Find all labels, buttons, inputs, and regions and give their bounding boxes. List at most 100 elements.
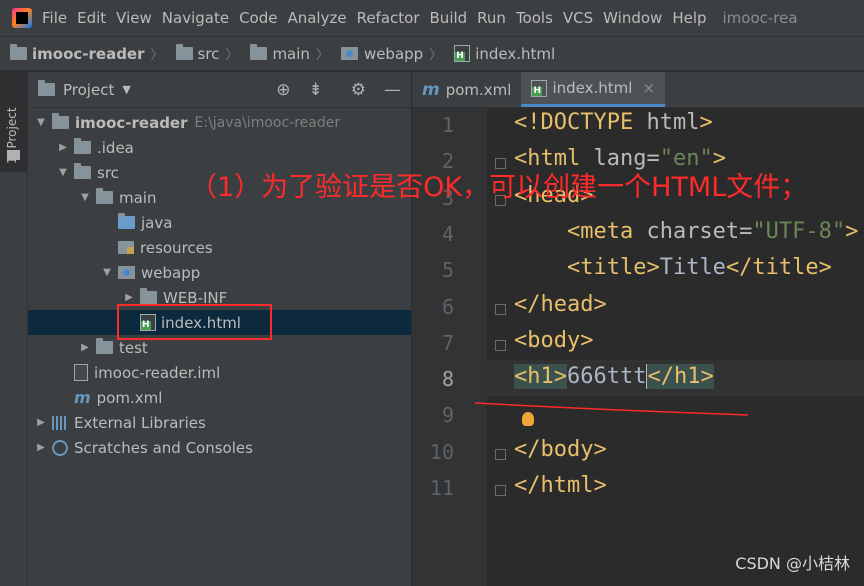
- line-number: 7: [441, 330, 454, 355]
- menu-help[interactable]: Help: [672, 9, 706, 27]
- code-line[interactable]: </head>: [514, 292, 607, 317]
- tree-item-path: E:\java\imooc-reader: [194, 114, 341, 131]
- annotation-text: （1）为了验证是否OK，可以创建一个HTML文件；: [190, 172, 808, 203]
- collapse-arrow-icon[interactable]: ▶: [34, 442, 48, 453]
- code-line[interactable]: <meta charset="UTF-8">: [514, 219, 858, 244]
- gear-icon[interactable]: ⚙: [351, 80, 366, 100]
- tree-item-label: main: [119, 188, 157, 207]
- code-line[interactable]: </html>: [514, 473, 607, 498]
- collapse-all-icon[interactable]: ⇟: [309, 80, 323, 100]
- line-number: 11: [429, 476, 454, 500]
- tree-item-imooc-reader-iml[interactable]: imooc-reader.iml: [28, 360, 411, 385]
- tab-label: index.html: [552, 79, 633, 97]
- line-number: 9: [441, 403, 454, 428]
- chevron-right-icon: 〉: [150, 48, 164, 63]
- tree-item-label: resources: [140, 238, 213, 257]
- expand-arrow-icon[interactable]: ▼: [56, 167, 70, 178]
- project-view-selector[interactable]: Project: [63, 81, 114, 99]
- chevron-right-icon: 〉: [315, 48, 329, 63]
- menu-navigate[interactable]: Navigate: [162, 9, 229, 27]
- tree-item-label: External Libraries: [74, 413, 206, 432]
- code-line[interactable]: <title>Title</title>: [514, 255, 832, 280]
- folder-icon: [96, 188, 113, 204]
- intellij-logo-icon: [12, 8, 32, 28]
- module-folder-icon: [52, 113, 69, 129]
- folder-icon: [250, 44, 268, 60]
- collapse-arrow-icon[interactable]: ▶: [78, 342, 92, 353]
- breadcrumb-webapp[interactable]: webapp 〉: [340, 44, 448, 63]
- fold-marker-icon[interactable]: [495, 485, 506, 496]
- menu-analyze[interactable]: Analyze: [287, 9, 346, 27]
- code-line[interactable]: <!DOCTYPE html>: [514, 110, 713, 135]
- tree-item-label: test: [119, 338, 148, 357]
- code-line[interactable]: <h1>666ttt</h1>: [514, 364, 714, 390]
- collapse-arrow-icon[interactable]: ▶: [122, 292, 136, 303]
- expand-arrow-icon[interactable]: ▼: [100, 267, 114, 278]
- tree-item-label: .idea: [97, 138, 134, 157]
- fold-marker-icon[interactable]: [495, 303, 506, 315]
- html-file-icon: [531, 79, 548, 97]
- source-folder-icon: [118, 213, 135, 229]
- breadcrumb-file[interactable]: index.html: [454, 45, 555, 63]
- menu-refactor[interactable]: Refactor: [357, 9, 420, 27]
- tree-item-label: imooc-reader: [75, 113, 188, 132]
- tree-item-external-libraries[interactable]: ▶ External Libraries: [28, 410, 411, 435]
- tab-pom-xml[interactable]: m pom.xml: [412, 72, 521, 107]
- tree-item-label: pom.xml: [96, 388, 163, 407]
- tab-index-html[interactable]: index.html ×: [521, 72, 666, 107]
- tree-item-label: src: [97, 163, 119, 182]
- web-folder-icon: [118, 266, 135, 279]
- tree-item-idea[interactable]: ▶ .idea: [28, 135, 411, 160]
- line-number: 5: [441, 258, 454, 283]
- chevron-down-icon[interactable]: ▼: [122, 83, 130, 96]
- tree-item-webapp[interactable]: ▼ webapp: [28, 260, 411, 285]
- breadcrumb-project[interactable]: imooc-reader 〉: [10, 44, 170, 63]
- code-line[interactable]: </body>: [514, 437, 607, 462]
- breadcrumb-label: main: [272, 44, 310, 63]
- menu-tools[interactable]: Tools: [516, 9, 553, 27]
- folder-icon: [74, 163, 91, 179]
- tree-item-resources[interactable]: resources: [28, 235, 411, 260]
- menu-run[interactable]: Run: [477, 9, 506, 27]
- tree-item-scratches-and-consoles[interactable]: ▶ Scratches and Consoles: [28, 435, 411, 460]
- maven-file-icon: m: [422, 79, 440, 100]
- left-tool-strip: 1: Project: [0, 72, 28, 586]
- menu-view[interactable]: View: [116, 9, 152, 27]
- collapse-arrow-icon[interactable]: ▶: [34, 417, 48, 428]
- tree-item-pom-xml[interactable]: m pom.xml: [28, 385, 411, 410]
- menu-window[interactable]: Window: [603, 9, 662, 27]
- expand-arrow-icon[interactable]: ▼: [34, 117, 48, 128]
- hide-panel-icon[interactable]: —: [384, 80, 401, 100]
- tree-item-java[interactable]: java: [28, 210, 411, 235]
- breadcrumb: imooc-reader 〉 src 〉 main 〉 webapp 〉 index.h…: [0, 36, 864, 71]
- fold-marker-icon[interactable]: [495, 158, 506, 170]
- tree-item-imooc-reader[interactable]: ▼ imooc-reader E:\java\imooc-reader: [28, 110, 411, 135]
- menu-bar: File Edit View Navigate Code Analyze Refactor B…: [0, 0, 864, 36]
- annotation-underline: [474, 402, 749, 416]
- collapse-arrow-icon[interactable]: ▶: [56, 142, 70, 153]
- project-tool-tab[interactable]: 1: Project: [0, 72, 27, 172]
- close-icon[interactable]: ×: [642, 79, 655, 97]
- breadcrumb-label: src: [197, 44, 220, 63]
- code-line[interactable]: <html lang="en">: [514, 146, 726, 171]
- breadcrumb-label: imooc-reader: [32, 44, 145, 63]
- menu-edit[interactable]: Edit: [77, 9, 106, 27]
- fold-marker-icon[interactable]: [495, 339, 506, 351]
- breadcrumb-main[interactable]: main 〉: [250, 44, 335, 63]
- fold-marker-icon[interactable]: [495, 448, 506, 460]
- menu-file[interactable]: File: [42, 9, 67, 27]
- menu-code[interactable]: Code: [239, 9, 277, 27]
- tree-item-label: Scratches and Consoles: [74, 438, 253, 457]
- scratches-icon: [52, 439, 68, 456]
- locate-file-icon[interactable]: ⊕: [276, 80, 290, 100]
- tree-item-label: java: [141, 213, 173, 232]
- menu-vcs[interactable]: VCS: [563, 9, 593, 27]
- code-line[interactable]: <body>: [514, 328, 593, 353]
- line-number: 10: [429, 439, 454, 464]
- expand-arrow-icon[interactable]: ▼: [78, 192, 92, 203]
- line-number: 1: [441, 113, 454, 137]
- module-folder-icon: [10, 44, 27, 60]
- line-number: 4: [441, 221, 454, 246]
- breadcrumb-src[interactable]: src 〉: [175, 44, 245, 63]
- menu-build[interactable]: Build: [430, 9, 468, 27]
